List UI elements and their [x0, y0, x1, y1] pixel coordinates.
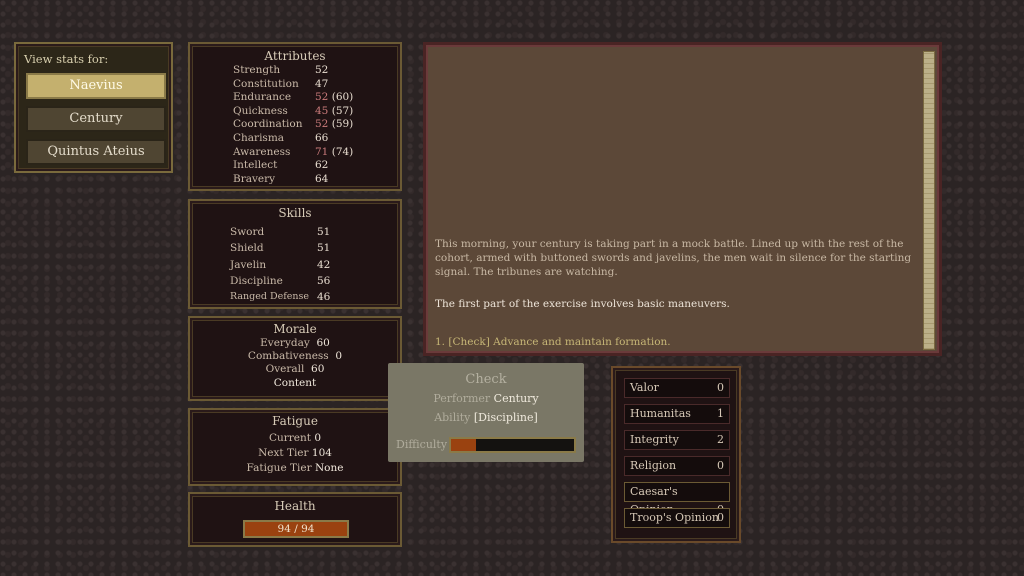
skill-value: 51	[317, 242, 331, 255]
attributes-panel: Attributes Strength 52 Constitution 47 Endur…	[188, 42, 402, 191]
skill-value: 56	[317, 274, 331, 287]
reputation-value: 2	[717, 433, 724, 446]
morale-overall: Overall 60	[265, 363, 325, 375]
reputation-label: Humanitas	[630, 407, 691, 420]
reputation-label: Troop's Opinion	[630, 511, 719, 524]
attribute-base-value: 52	[315, 64, 329, 76]
check-tooltip: Check Performer Century Ability [Discipl…	[388, 363, 584, 462]
morale-status: Content	[273, 377, 317, 389]
century-button[interactable]: Century	[26, 106, 166, 132]
attribute-label: Strength	[233, 64, 281, 76]
health-bar: 94 / 94	[243, 520, 349, 538]
attribute-value: 52 (60)	[315, 91, 353, 103]
reputation-row: Troop's Opinion 0	[624, 508, 730, 528]
attribute-modified-value: (74)	[331, 145, 354, 158]
reputation-row: Integrity 2	[624, 430, 730, 450]
skill-label: Shield	[230, 242, 264, 255]
choice-advance-formation[interactable]: 1. [Check] Advance and maintain formatio…	[435, 336, 671, 348]
attribute-value: 47	[315, 78, 328, 90]
skills-panel: Skills Sword 51 Shield 51 Javelin 42 Disciplin…	[188, 199, 402, 309]
attribute-base-value: 71	[315, 145, 329, 158]
attribute-base-value: 52	[315, 91, 329, 104]
tooltip-performer: Performer Century	[433, 392, 539, 405]
attribute-label: Charisma	[233, 132, 285, 144]
attribute-modified-value: (59)	[331, 118, 354, 131]
health-panel: Health 94 / 94	[188, 492, 402, 547]
skill-value: 51	[317, 226, 331, 238]
difficulty-bar	[449, 437, 576, 453]
attribute-label: Coordination	[233, 118, 303, 131]
reputation-label: Valor	[630, 381, 659, 394]
skill-label: Javelin	[230, 258, 267, 271]
attribute-label: Constitution	[233, 77, 299, 90]
story-text-2: The first part of the exercise involves …	[435, 298, 730, 310]
attribute-value: 45 (57)	[315, 105, 353, 117]
morale-everyday: Everyday 60	[260, 337, 330, 349]
attribute-value: 71 (74)	[315, 146, 353, 158]
reputation-row: Valor 0	[624, 378, 730, 398]
attribute-value: 62	[315, 159, 328, 171]
skill-label: Discipline	[230, 274, 283, 287]
fatigue-tier: Fatigue Tier None	[246, 462, 344, 474]
morale-panel: Morale Everyday 60 Combativeness 0 Overa…	[188, 316, 402, 401]
attribute-modified-value: (57)	[331, 104, 354, 117]
view-stats-panel: View stats for: Naevius Century Quintus …	[14, 42, 173, 173]
reputation-label: Religion	[630, 459, 677, 472]
attribute-label: Intellect	[233, 159, 278, 172]
attributes-title: Attributes	[264, 49, 326, 63]
scrollbar[interactable]	[923, 51, 935, 350]
attribute-base-value: 45	[315, 104, 329, 117]
reputation-value: 1	[717, 407, 724, 420]
story-panel: This morning, your century is taking par…	[423, 42, 942, 356]
attribute-label: Endurance	[233, 91, 292, 104]
reputation-value: 0	[717, 459, 724, 472]
health-title: Health	[274, 499, 316, 513]
attribute-label: Awareness	[233, 145, 291, 158]
quintus-ateius-button[interactable]: Quintus Ateius	[26, 139, 166, 165]
reputation-row: Humanitas 1	[624, 404, 730, 424]
fatigue-title: Fatigue	[272, 414, 318, 428]
morale-title: Morale	[273, 322, 317, 336]
reputation-row: Religion 0	[624, 456, 730, 476]
attribute-base-value: 47	[315, 77, 329, 90]
fatigue-panel: Fatigue Current 0 Next Tier 104 Fatigue …	[188, 408, 402, 486]
skills-title: Skills	[278, 206, 312, 220]
reputation-value: 0	[717, 511, 724, 524]
attribute-label: Bravery	[233, 172, 276, 185]
attribute-base-value: 52	[315, 118, 329, 131]
tooltip-ability: Ability [Discipline]	[434, 411, 538, 424]
fatigue-next-tier: Next Tier 104	[258, 447, 332, 459]
skill-label: Sword	[230, 226, 265, 238]
reputation-row: Caesar's Opinion0	[624, 482, 730, 516]
attribute-base-value: 66	[315, 132, 329, 144]
attribute-value: 66	[315, 132, 328, 144]
reputation-value: 0	[717, 381, 724, 394]
attribute-modified-value: (60)	[331, 91, 354, 104]
reputation-label: Integrity	[630, 433, 679, 446]
health-text: 94 / 94	[277, 523, 315, 535]
morale-combativeness: Combativeness 0	[247, 350, 343, 362]
difficulty-bar-fill	[451, 439, 476, 451]
attribute-value: 52	[315, 64, 328, 76]
attribute-base-value: 62	[315, 159, 329, 172]
attribute-value: 52 (59)	[315, 118, 353, 130]
skill-value: 42	[317, 258, 331, 271]
skill-value: 46	[317, 291, 331, 304]
tooltip-difficulty-label: Difficulty	[396, 438, 448, 451]
attribute-value: 64	[315, 173, 328, 185]
attribute-base-value: 64	[315, 172, 329, 185]
attribute-label: Quickness	[233, 104, 288, 117]
naevius-button[interactable]: Naevius	[26, 73, 166, 99]
story-text: This morning, your century is taking par…	[435, 238, 912, 278]
view-stats-label: View stats for:	[24, 52, 109, 66]
tooltip-title: Check	[465, 372, 507, 387]
reputation-panel: Valor 0 Humanitas 1 Integrity 2 Religion 0 Caesa…	[611, 366, 741, 543]
skill-label: Ranged Defense	[230, 291, 309, 303]
fatigue-current: Current 0	[268, 432, 322, 444]
